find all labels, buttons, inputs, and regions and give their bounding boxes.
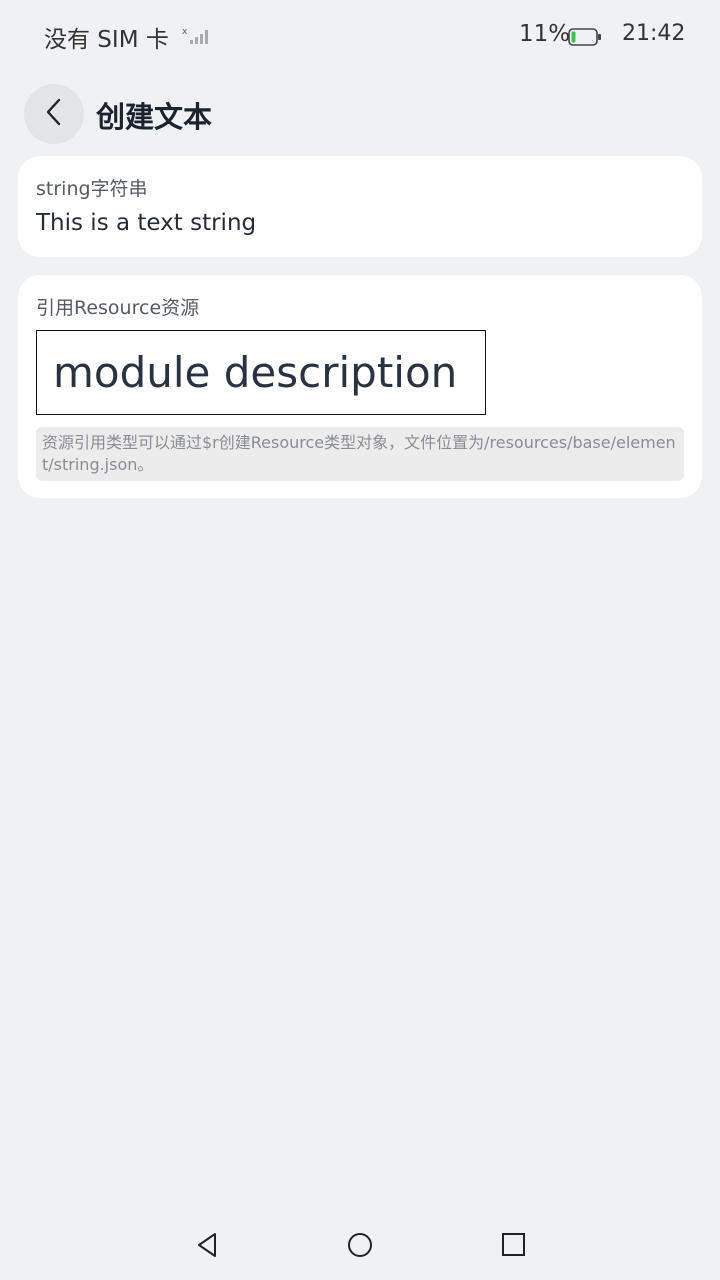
clock: 21:42 [622, 21, 686, 46]
triangle-back-icon[interactable] [193, 1230, 223, 1260]
string-card-value: This is a text string [36, 210, 257, 236]
back-button[interactable] [24, 84, 84, 144]
resource-text-box: module description [36, 330, 486, 415]
battery-percentage: 11% [519, 21, 571, 47]
string-card-label: string字符串 [36, 178, 148, 200]
navigation-bar [0, 1210, 720, 1280]
square-recent-icon[interactable] [499, 1230, 529, 1260]
resource-card-label: 引用Resource资源 [36, 297, 200, 319]
resource-note: 资源引用类型可以通过$r创建Resource类型对象，文件位置为/resourc… [36, 427, 684, 481]
header: 创建文本 [0, 84, 720, 144]
resource-text: module description [53, 348, 458, 397]
status-bar: 没有 SIM 卡 x 11% 21:42 [0, 0, 720, 70]
page-title: 创建文本 [96, 100, 213, 134]
signal-icon: x [182, 26, 210, 50]
battery-icon [568, 28, 602, 50]
svg-text:x: x [182, 27, 188, 37]
resource-card: 引用Resource资源 module description 资源引用类型可以… [18, 275, 702, 498]
carrier-label: 没有 SIM 卡 [44, 27, 169, 53]
circle-home-icon[interactable] [345, 1230, 375, 1260]
chevron-left-icon [42, 97, 66, 131]
string-card: string字符串 This is a text string [18, 156, 702, 257]
